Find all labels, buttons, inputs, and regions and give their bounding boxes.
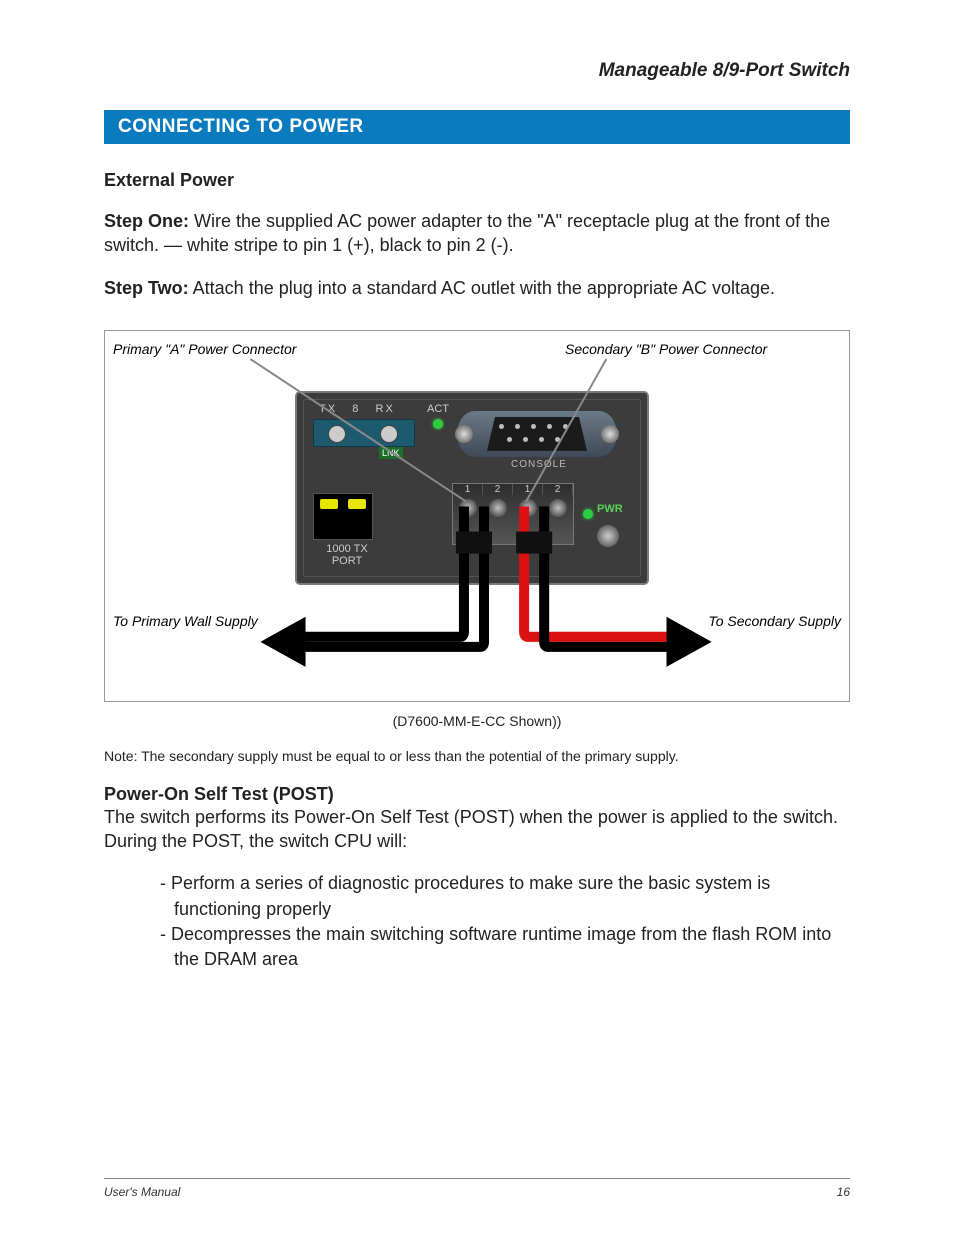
screw-icon xyxy=(459,499,477,517)
label-tx-rx: TX 8 RX xyxy=(319,403,395,415)
post-bullet-2: - Decompresses the main switching softwa… xyxy=(174,922,850,972)
term-hdr-1a: 1 xyxy=(453,484,483,495)
label-b: B xyxy=(532,545,539,556)
ground-screw-icon xyxy=(597,525,619,547)
doc-header-title: Manageable 8/9-Port Switch xyxy=(104,60,850,82)
label-rx: RX xyxy=(376,403,395,415)
rj45-port-icon xyxy=(313,493,373,540)
step-two-paragraph: Step Two: Attach the plug into a standar… xyxy=(104,276,850,300)
step-two-text: Attach the plug into a standard AC outle… xyxy=(189,278,775,298)
external-power-heading: External Power xyxy=(104,170,850,191)
label-tx: TX xyxy=(319,403,337,415)
screw-icon xyxy=(519,499,537,517)
step-one-text: Wire the supplied AC power adapter to th… xyxy=(104,211,830,255)
label-8: 8 xyxy=(352,403,360,415)
label-pwr: PWR xyxy=(597,503,623,515)
callout-primary-a: Primary "A" Power Connector xyxy=(113,341,296,357)
post-heading: Power-On Self Test (POST) xyxy=(104,784,850,805)
term-hdr-2a: 2 xyxy=(483,484,513,495)
section-heading-bar: CONNECTING TO POWER xyxy=(104,110,850,144)
console-port xyxy=(457,411,617,457)
power-diagram: Primary "A" Power Connector Secondary "B… xyxy=(104,330,850,702)
post-body: The switch performs its Power-On Self Te… xyxy=(104,805,850,854)
step-two-label: Step Two: xyxy=(104,278,189,298)
page-footer: User's Manual 16 xyxy=(104,1178,850,1199)
label-act: ACT xyxy=(427,403,449,415)
label-1000tx-port: 1000 TX PORT xyxy=(317,543,377,567)
post-bullet-list: - Perform a series of diagnostic procedu… xyxy=(104,871,850,972)
led-act-icon xyxy=(433,419,443,429)
term-hdr-2b: 2 xyxy=(543,484,573,495)
footer-page-number: 16 xyxy=(837,1185,850,1199)
screw-icon xyxy=(489,499,507,517)
diagram-caption: (D7600-MM-E-CC Shown)) xyxy=(105,713,849,729)
label-console: CONSOLE xyxy=(511,459,567,470)
post-bullet-1: - Perform a series of diagnostic procedu… xyxy=(174,871,850,921)
term-hdr-1b: 1 xyxy=(513,484,543,495)
footer-left: User's Manual xyxy=(104,1185,180,1199)
db9-connector-icon xyxy=(487,417,587,451)
sfp-port-pair xyxy=(313,419,415,447)
device-front-panel: TX 8 RX ACT LNK CONSOLE xyxy=(295,391,649,585)
power-terminal-block: 1 2 1 2 xyxy=(452,483,574,545)
step-one-paragraph: Step One: Wire the supplied AC power ada… xyxy=(104,209,850,258)
console-screw-right-icon xyxy=(601,425,619,443)
callout-primary-wall: To Primary Wall Supply xyxy=(113,613,258,629)
label-a: A xyxy=(477,545,484,556)
callout-secondary-supply: To Secondary Supply xyxy=(708,613,841,629)
console-screw-left-icon xyxy=(455,425,473,443)
led-pwr-icon xyxy=(583,509,593,519)
step-one-label: Step One: xyxy=(104,211,189,231)
callout-secondary-b: Secondary "B" Power Connector xyxy=(565,341,767,357)
screw-icon xyxy=(549,499,567,517)
secondary-supply-note: Note: The secondary supply must be equal… xyxy=(104,748,850,764)
label-lnk: LNK xyxy=(379,447,403,459)
